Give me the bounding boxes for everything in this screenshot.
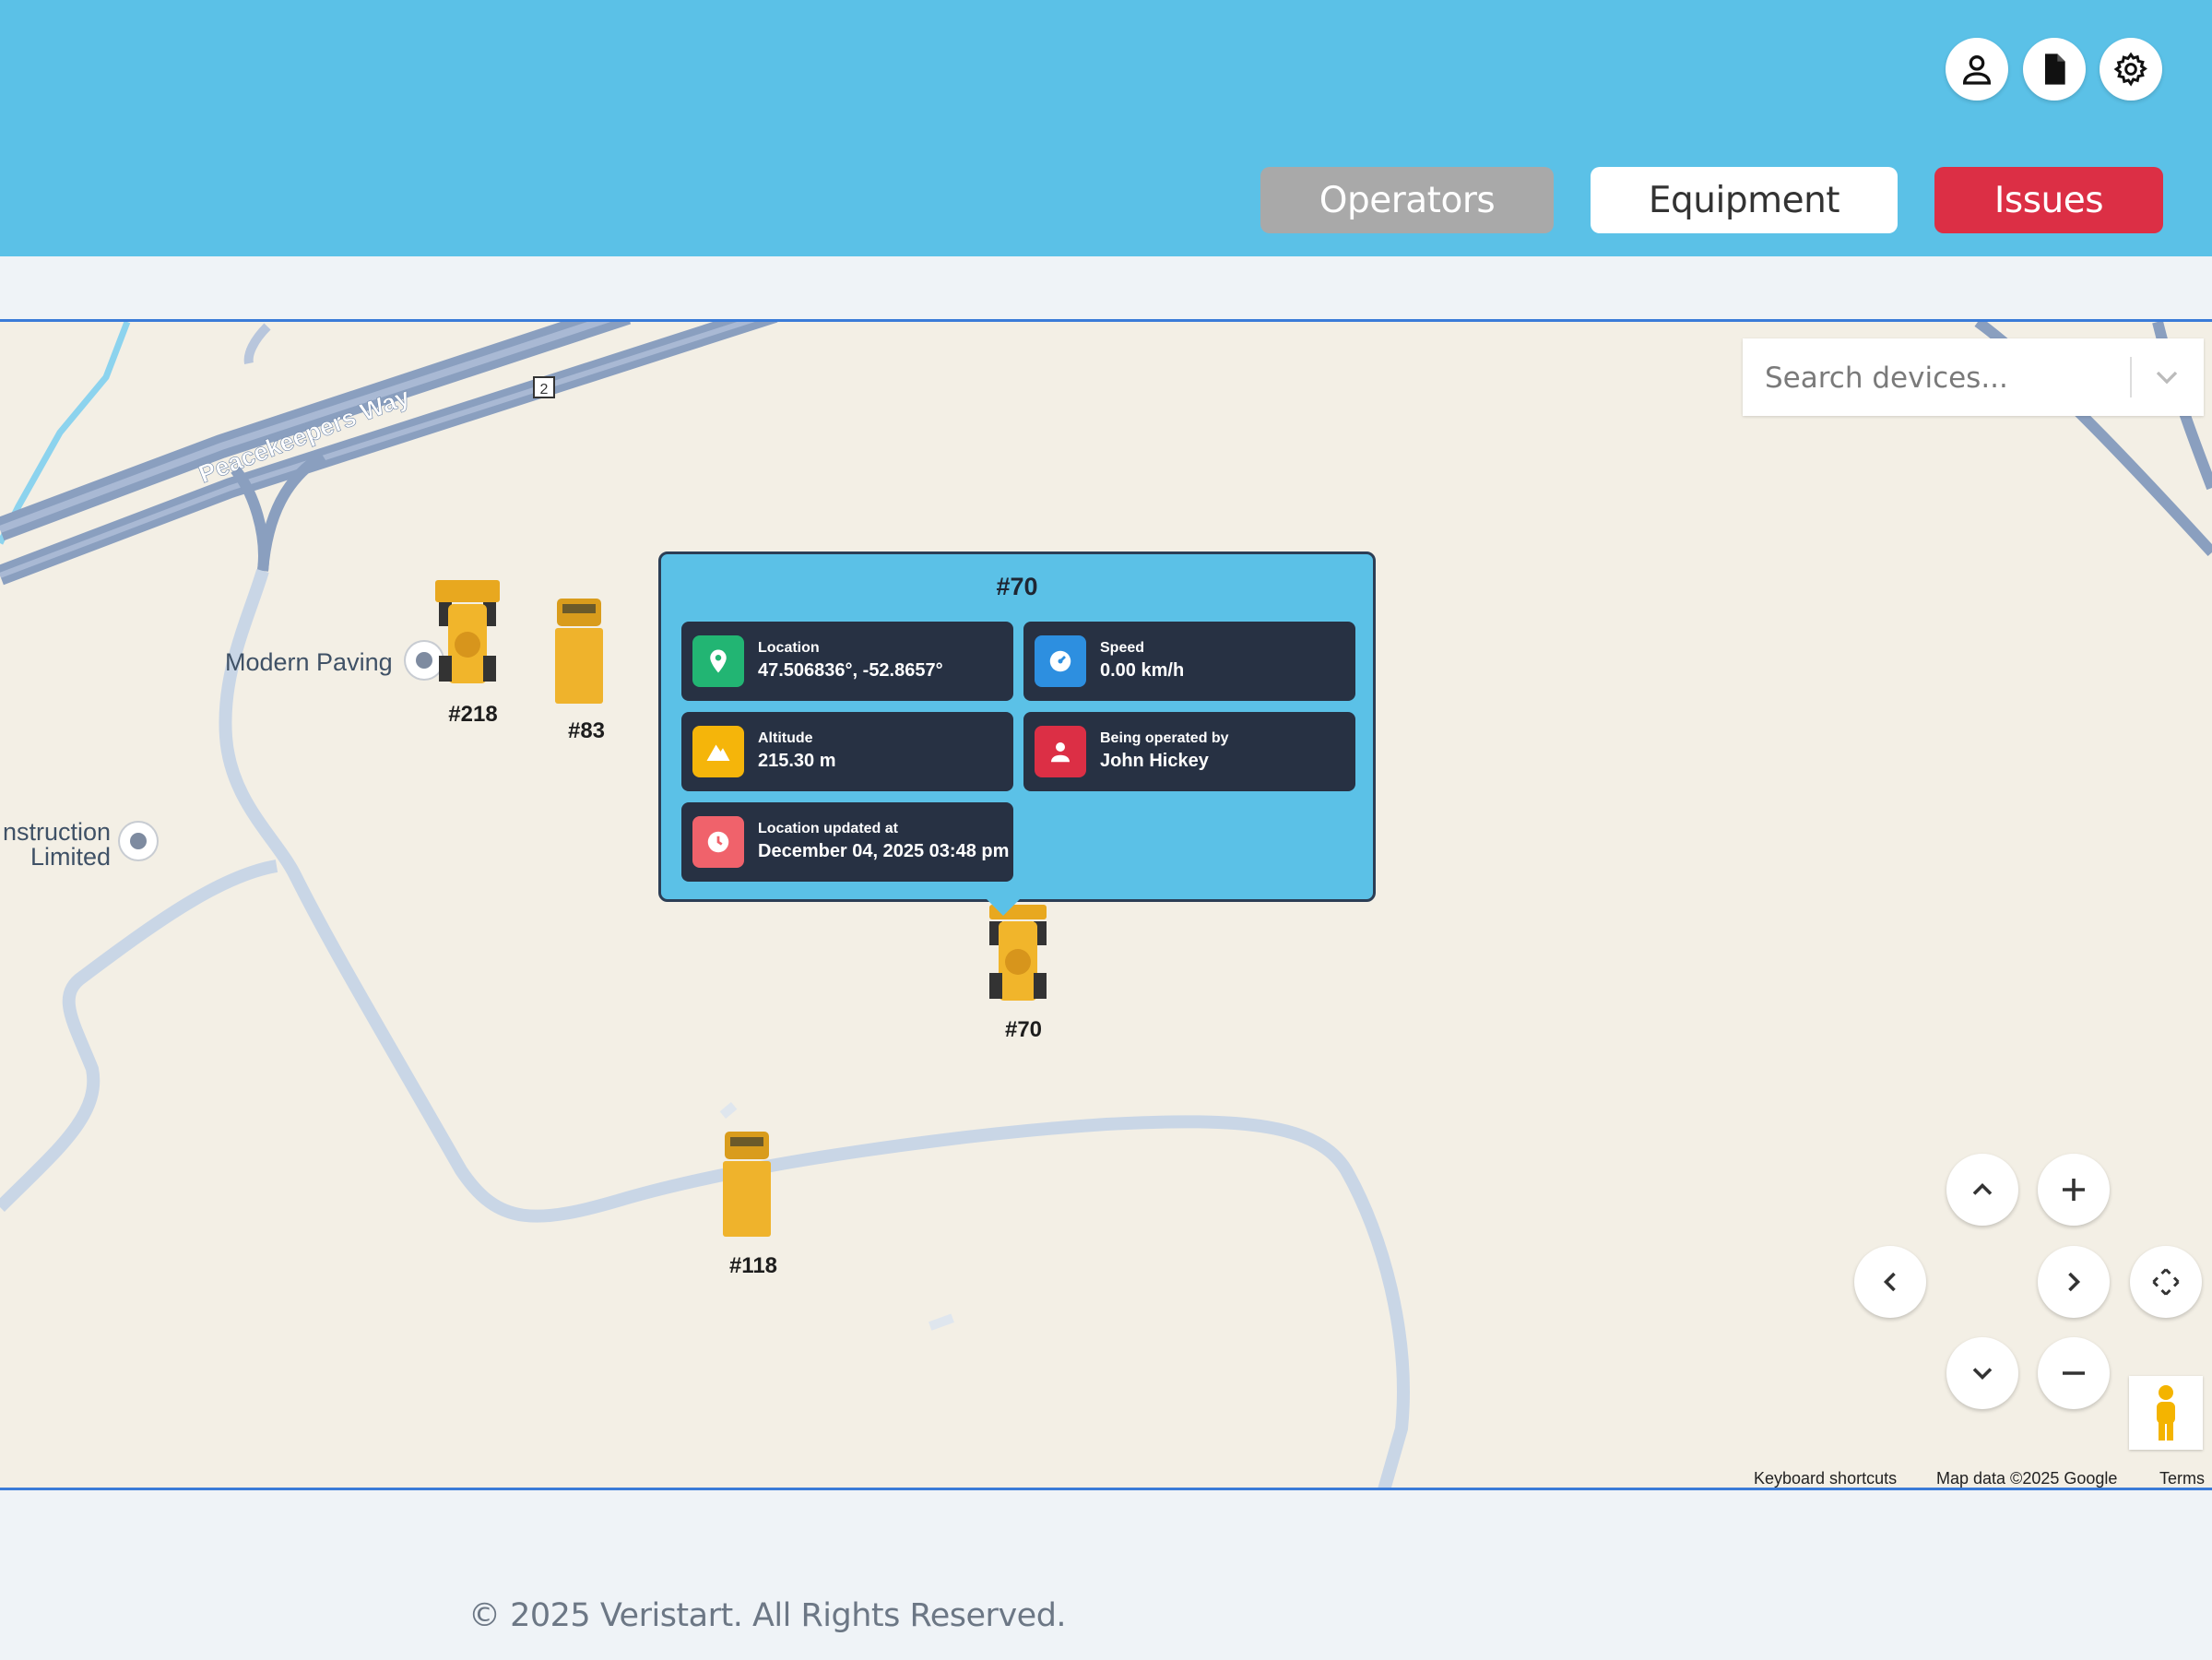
search-input[interactable] [1763,338,2117,418]
chevron-down-icon[interactable] [2148,359,2185,396]
location-pin-icon [692,635,744,687]
clock-icon [692,816,744,868]
copyright-text: © 2025 Veristart. All Rights Reserved. [468,1597,1067,1634]
speed-label: Speed [1100,640,1145,656]
user-icon[interactable] [1946,38,2008,101]
operator-label: Being operated by [1100,730,1229,746]
operators-button[interactable]: Operators [1260,167,1554,233]
vehicle-label: #218 [448,702,498,727]
keyboard-shortcuts-link[interactable]: Keyboard shortcuts [1754,1469,1897,1488]
place-pin-icon[interactable] [120,823,157,860]
vehicle-label: #70 [1004,1017,1043,1042]
equipment-button[interactable]: Equipment [1591,167,1898,233]
map-canvas[interactable]: 2 Peacekeepers Way Modern Paving nstruct… [0,319,2212,1490]
operator-value: John Hickey [1100,751,1209,771]
location-value: 47.506836°, -52.8657° [758,660,943,681]
spacer-strip [0,256,2212,319]
street-view-pegman-icon[interactable] [2129,1376,2203,1450]
gear-icon[interactable] [2100,38,2162,101]
speed-value: 0.00 km/h [1100,660,1185,681]
updated-value: December 04, 2025 03:48 pm [758,841,1010,861]
location-label: Location [758,640,820,656]
place-label-modern-paving: Modern Paving [225,648,393,676]
altitude-card: Altitude 215.30 m [681,712,1013,791]
pan-right-button[interactable] [2038,1246,2110,1318]
altitude-label: Altitude [758,730,813,746]
top-header: Operators Equipment Issues [0,0,2212,256]
pan-up-button[interactable] [1946,1154,2018,1226]
updated-label: Location updated at [758,821,898,836]
truck-icon[interactable] [721,1130,773,1239]
vehicle-info-popup: #70 Location 47.506836°, -52.8657° Speed… [658,551,1376,916]
popup-pointer [987,899,1020,916]
search-divider [2130,357,2132,397]
place-label-construction: nstruction Limited [0,820,111,870]
truck-icon[interactable] [553,597,605,706]
person-icon [1035,726,1086,777]
altitude-value: 215.30 m [758,751,836,771]
location-card: Location 47.506836°, -52.8657° [681,622,1013,701]
loader-icon[interactable] [433,578,502,689]
place-label-line1: nstruction [2,818,111,846]
pan-left-button[interactable] [1854,1246,1926,1318]
loader-icon[interactable] [984,903,1052,1004]
speed-card: Speed 0.00 km/h [1023,622,1355,701]
pan-down-button[interactable] [1946,1337,2018,1409]
speedometer-icon [1035,635,1086,687]
place-label-line2: Limited [30,843,111,871]
road-shield: 2 [540,382,549,397]
updated-card: Location updated at December 04, 2025 03… [681,802,1013,882]
device-search[interactable] [1743,338,2204,418]
issues-button[interactable]: Issues [1934,167,2163,233]
popup-title: #70 [996,573,1038,600]
document-icon[interactable] [2023,38,2086,101]
terms-link[interactable]: Terms [2159,1469,2205,1488]
operator-card: Being operated by John Hickey [1023,712,1355,791]
vehicle-label: #118 [728,1253,778,1278]
mountain-icon [692,726,744,777]
fullscreen-icon[interactable] [2130,1246,2202,1318]
zoom-out-button[interactable] [2038,1337,2110,1409]
vehicle-label: #83 [567,718,606,743]
zoom-in-button[interactable] [2038,1154,2110,1226]
map-data-attribution: Map data ©2025 Google [1936,1469,2118,1488]
